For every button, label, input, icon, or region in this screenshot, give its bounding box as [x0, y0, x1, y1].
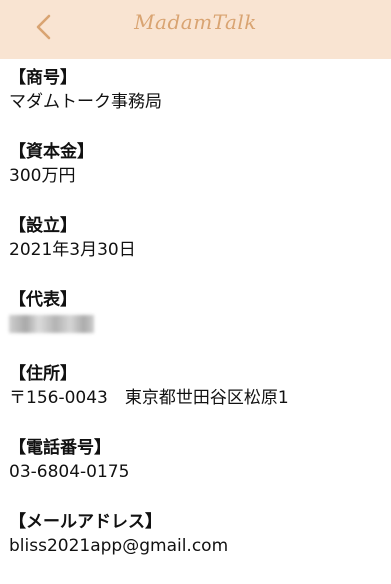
blurred-representative-name — [9, 315, 94, 333]
phone-section: 【電話番号】 03-6804-0175 — [9, 436, 389, 510]
representative-heading: 【代表】 — [9, 290, 77, 310]
established-section: 【設立】 2021年3月30日 — [9, 214, 389, 288]
capital-section: 【資本金】 300万円 — [9, 140, 389, 214]
email-heading: 【メールアドレス】 — [9, 512, 162, 532]
trade-name-heading: 【商号】 — [9, 68, 77, 88]
address-value: 〒156-0043 東京都世田谷区松原1 — [9, 388, 289, 408]
established-value: 2021年3月30日 — [9, 240, 136, 260]
trade-name-section: 【商号】 マダムトーク事務局 — [9, 66, 389, 140]
representative-value — [9, 312, 389, 341]
app-header: MadamTalk — [0, 0, 391, 59]
email-section: 【メールアドレス】 bliss2021app@gmail.com — [9, 510, 389, 584]
capital-value: 300万円 — [9, 166, 76, 186]
company-info: 【商号】 マダムトーク事務局 【資本金】 300万円 【設立】 2021年3月3… — [9, 66, 389, 584]
app-logo: MadamTalk — [134, 10, 257, 34]
trade-name-value: マダムトーク事務局 — [9, 92, 162, 112]
representative-section: 【代表】 — [9, 288, 389, 362]
established-heading: 【設立】 — [9, 216, 77, 236]
phone-heading: 【電話番号】 — [9, 438, 111, 458]
address-heading: 【住所】 — [9, 364, 77, 384]
email-value[interactable]: bliss2021app@gmail.com — [9, 534, 389, 559]
capital-heading: 【資本金】 — [9, 142, 94, 162]
address-section: 【住所】 〒156-0043 東京都世田谷区松原1 — [9, 362, 389, 436]
phone-value[interactable]: 03-6804-0175 — [9, 460, 389, 485]
